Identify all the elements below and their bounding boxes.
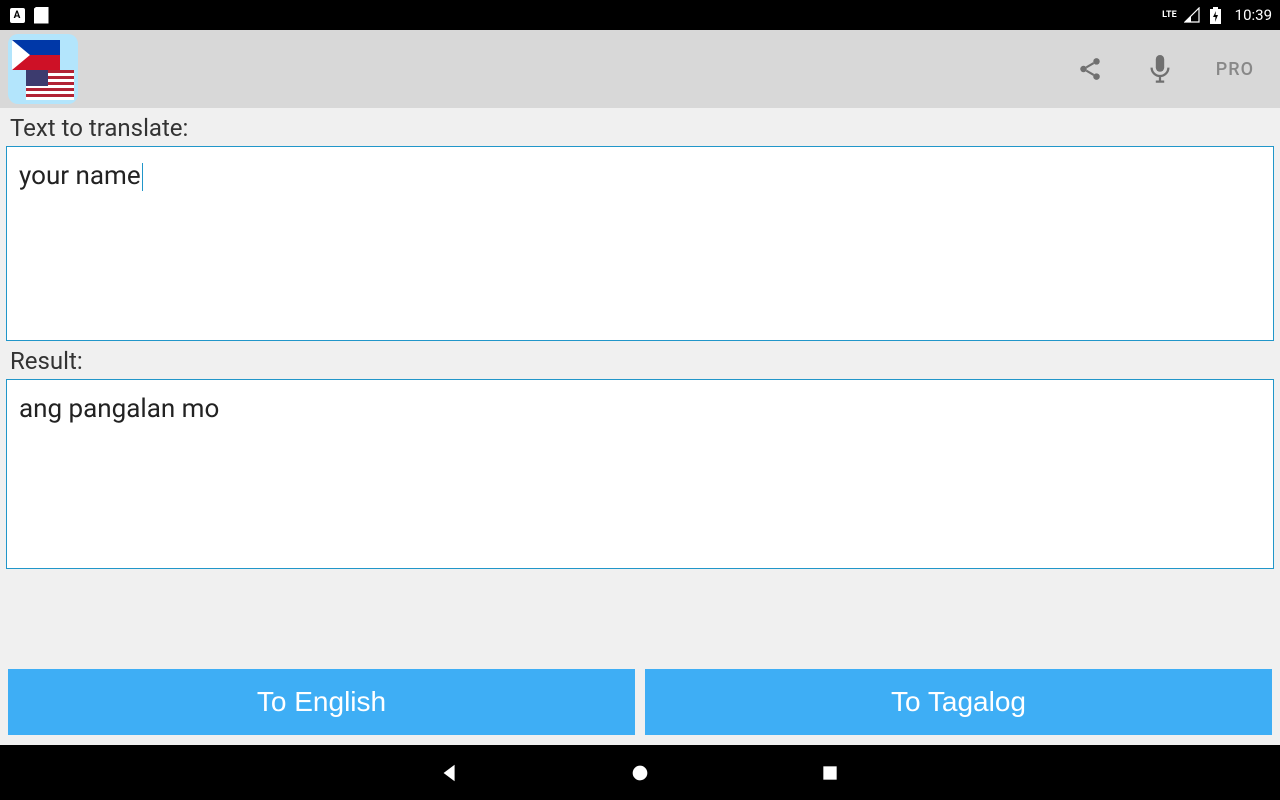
input-text: your name <box>19 161 141 191</box>
home-button[interactable] <box>625 758 655 788</box>
share-icon[interactable] <box>1076 55 1104 83</box>
clock: 10:39 <box>1235 6 1272 24</box>
signal-icon <box>1183 6 1201 24</box>
navigation-bar <box>0 745 1280 800</box>
input-label: Text to translate: <box>6 108 1274 146</box>
button-row: To English To Tagalog <box>0 661 1280 745</box>
battery-charging-icon <box>1207 6 1225 24</box>
keyboard-indicator-icon: A <box>8 6 26 24</box>
main-content: Text to translate: your name Result: ang… <box>0 108 1280 569</box>
to-english-button[interactable]: To English <box>8 669 635 735</box>
sd-card-icon <box>32 6 50 24</box>
app-bar: PRO <box>0 30 1280 108</box>
to-tagalog-button[interactable]: To Tagalog <box>645 669 1272 735</box>
app-icon <box>8 34 78 104</box>
result-label: Result: <box>6 341 1274 379</box>
microphone-icon[interactable] <box>1146 55 1174 83</box>
text-cursor-icon <box>142 163 143 191</box>
input-textarea[interactable]: your name <box>6 146 1274 341</box>
result-text: ang pangalan mo <box>19 394 219 424</box>
recents-button[interactable] <box>815 758 845 788</box>
status-bar: A LTE 10:39 <box>0 0 1280 30</box>
result-textarea[interactable]: ang pangalan mo <box>6 379 1274 569</box>
lte-indicator: LTE <box>1162 11 1177 20</box>
back-button[interactable] <box>435 758 465 788</box>
pro-button[interactable]: PRO <box>1216 59 1254 80</box>
